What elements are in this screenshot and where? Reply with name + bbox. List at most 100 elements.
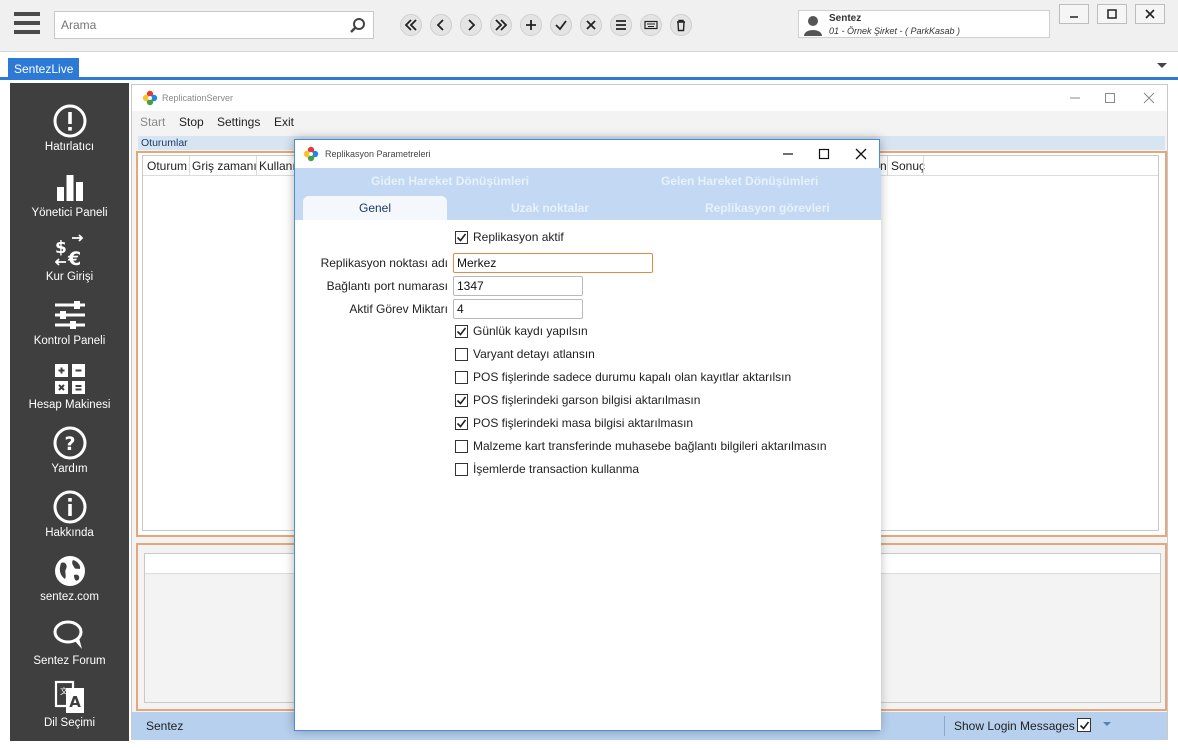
close-icon	[1143, 92, 1155, 104]
next-record-button[interactable]	[460, 14, 482, 36]
list-icon	[616, 20, 626, 30]
language-icon: A文	[54, 680, 84, 713]
sliders-icon	[54, 301, 85, 329]
option-checkbox-no-waiter-info[interactable]: POS fişlerindeki garson bilgisi aktarılm…	[455, 392, 700, 408]
dialog-tabs: Giden Hareket Dönüşümleri Gelen Hareket …	[295, 168, 881, 220]
app-logo-icon	[142, 90, 158, 106]
sidebar-item-label: Hesap Makinesi	[28, 399, 111, 411]
option-checkbox-no-accounting-links[interactable]: Malzeme kart transferinde muhasebe bağla…	[455, 438, 827, 454]
option-checkbox-no-table-info[interactable]: POS fişlerindeki masa bilgisi aktarılmas…	[455, 415, 693, 431]
replication-parameters-dialog: Replikasyon Parametreleri Giden Hareket …	[294, 139, 881, 731]
check-icon	[456, 419, 467, 428]
checkbox-label: Malzeme kart transferinde muhasebe bağla…	[473, 439, 827, 453]
previous-record-button[interactable]	[430, 14, 452, 36]
user-info[interactable]: Sentez 01 - Örnek Şirket - ( ParkKasab )	[798, 10, 1050, 38]
confirm-button[interactable]	[550, 14, 572, 36]
window-titlebar: ReplicationServer	[132, 85, 1167, 111]
dialog-titlebar: Replikasyon Parametreleri	[295, 140, 879, 168]
tab-dropdown-icon[interactable]	[1156, 62, 1168, 70]
top-toolbar: Sentez 01 - Örnek Şirket - ( ParkKasab )	[0, 0, 1178, 52]
minimize-icon	[783, 153, 793, 155]
plus-icon	[526, 20, 536, 30]
search-input[interactable]	[55, 12, 335, 38]
sidebar-item-label: Dil Seçimi	[43, 717, 96, 729]
checkbox-box	[455, 370, 468, 384]
close-icon	[586, 20, 596, 30]
trash-icon	[677, 19, 685, 32]
show-login-messages-checkbox[interactable]	[1077, 718, 1091, 732]
tab-remote-nodes[interactable]: Uzak noktalar	[511, 201, 589, 215]
dialog-maximize-button[interactable]	[809, 144, 839, 164]
app-logo-icon	[303, 146, 319, 162]
checkbox-box	[455, 230, 468, 244]
svg-text:A: A	[69, 693, 81, 711]
column-header-result[interactable]: Sonuç	[891, 159, 925, 173]
first-record-button[interactable]	[400, 14, 422, 36]
checkbox-label: Varyant detayı atlansın	[473, 347, 595, 361]
help-icon: ?	[53, 426, 86, 460]
menu-start[interactable]: Start	[140, 115, 165, 129]
minimize-button[interactable]	[1059, 4, 1089, 24]
rs-minimize-button[interactable]	[1064, 89, 1086, 107]
sidebar-item-calculator[interactable]: Hesap Makinesi	[10, 361, 129, 425]
option-checkbox-closed-pos-only[interactable]: POS fişlerinde sadece durumu kapalı olan…	[455, 369, 791, 385]
menu-settings[interactable]: Settings	[217, 115, 260, 129]
user-company: 01 - Örnek Şirket - ( ParkKasab )	[829, 26, 961, 36]
search-icon[interactable]	[349, 17, 367, 35]
sidebar-item-reminder[interactable]: Hatırlatıcı	[10, 103, 129, 167]
dialog-close-button[interactable]	[846, 144, 876, 164]
sidebar-item-about[interactable]: Hakkında	[10, 489, 129, 553]
list-button[interactable]	[610, 14, 632, 36]
sidebar-item-control-panel[interactable]: Kontrol Paneli	[10, 297, 129, 361]
checkbox-label: POS fişlerinde sadece durumu kapalı olan…	[473, 370, 792, 384]
column-header-session[interactable]: Oturum	[147, 159, 187, 173]
globe-icon	[54, 556, 85, 586]
sidebar: Hatırlatıcı Yönetici Paneli $ € Kur Giriş…	[10, 83, 129, 741]
option-checkbox-skip-variant[interactable]: Varyant detayı atlansın	[455, 346, 595, 362]
dialog-minimize-button[interactable]	[773, 144, 803, 164]
sidebar-item-language[interactable]: A文 Dil Seçimi	[10, 679, 129, 743]
cancel-button[interactable]	[580, 14, 602, 36]
column-header-login-time[interactable]: Griş zamanı	[192, 159, 257, 173]
add-record-button[interactable]	[520, 14, 542, 36]
sidebar-item-admin-panel[interactable]: Yönetici Paneli	[10, 169, 129, 233]
tab-general[interactable]: Genel	[303, 196, 447, 220]
keyboard-button[interactable]	[640, 14, 662, 36]
sidebar-item-help[interactable]: ? Yardım	[10, 425, 129, 489]
close-icon	[855, 148, 867, 160]
replication-active-checkbox[interactable]: Replikasyon aktif	[455, 229, 564, 245]
general-tab-content: Replikasyon aktif Replikasyon noktası ad…	[295, 220, 881, 730]
tab-incoming-transformations[interactable]: Gelen Hareket Dönüşümleri	[661, 174, 818, 188]
close-window-button[interactable]	[1135, 4, 1165, 24]
chevron-down-icon[interactable]	[1102, 721, 1112, 728]
check-icon	[456, 327, 467, 336]
checkbox-box	[455, 347, 468, 361]
tab-replication-tasks[interactable]: Replikasyon görevleri	[705, 201, 830, 215]
column-header-partial[interactable]: n	[880, 159, 887, 173]
rs-close-button[interactable]	[1138, 89, 1160, 107]
menu-bar: Start Stop Settings Exit	[132, 111, 1167, 133]
rs-maximize-button[interactable]	[1099, 89, 1121, 107]
last-record-button[interactable]	[490, 14, 512, 36]
sidebar-item-label: Sentez Forum	[33, 655, 106, 667]
sidebar-item-exchange-rate[interactable]: $ € Kur Girişi	[10, 233, 129, 297]
delete-button[interactable]	[670, 14, 692, 36]
option-checkbox-daily-log[interactable]: Günlük kaydı yapılsın	[455, 323, 588, 339]
menu-exit[interactable]: Exit	[274, 115, 294, 129]
menu-stop[interactable]: Stop	[179, 115, 204, 129]
check-icon	[1079, 721, 1089, 730]
hamburger-menu-icon[interactable]	[14, 12, 40, 36]
tab-outgoing-transformations[interactable]: Giden Hareket Dönüşümleri	[371, 174, 529, 188]
search-box	[54, 11, 374, 39]
node-name-input[interactable]	[453, 253, 653, 273]
task-count-input[interactable]	[453, 299, 583, 319]
tab-sentezlive[interactable]: SentezLive	[8, 58, 80, 80]
maximize-icon	[818, 148, 830, 160]
option-checkbox-no-transaction[interactable]: İşemlerde transaction kullanma	[455, 461, 639, 477]
checkbox-label: İşemlerde transaction kullanma	[473, 462, 640, 476]
port-input[interactable]	[453, 276, 583, 296]
sidebar-item-forum[interactable]: Sentez Forum	[10, 617, 129, 681]
sidebar-item-website[interactable]: sentez.com	[10, 553, 129, 617]
maximize-button[interactable]	[1097, 4, 1127, 24]
sidebar-item-label: Hatırlatıcı	[44, 141, 95, 153]
